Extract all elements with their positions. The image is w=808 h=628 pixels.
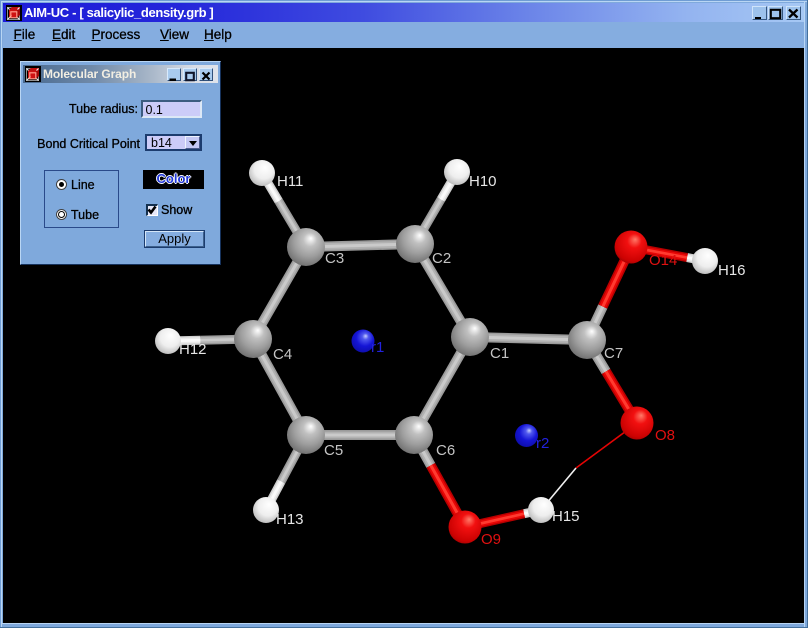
svg-text:H10: H10 xyxy=(469,173,497,190)
svg-text:r2: r2 xyxy=(536,435,549,452)
svg-text:H15: H15 xyxy=(552,508,580,525)
svg-text:O9: O9 xyxy=(481,531,501,548)
svg-text:O14: O14 xyxy=(649,252,677,269)
svg-text:C1: C1 xyxy=(490,345,509,362)
svg-text:C3: C3 xyxy=(325,250,344,267)
svg-text:C7: C7 xyxy=(604,345,623,362)
svg-text:H12: H12 xyxy=(179,341,207,358)
svg-text:C6: C6 xyxy=(436,442,455,459)
svg-text:C4: C4 xyxy=(273,346,292,363)
svg-text:r1: r1 xyxy=(371,339,384,356)
svg-text:C2: C2 xyxy=(432,250,451,267)
svg-text:H11: H11 xyxy=(277,173,303,190)
svg-text:O8: O8 xyxy=(655,427,675,444)
svg-text:H13: H13 xyxy=(276,511,304,528)
svg-text:C5: C5 xyxy=(324,442,343,459)
svg-text:H16: H16 xyxy=(718,262,746,279)
